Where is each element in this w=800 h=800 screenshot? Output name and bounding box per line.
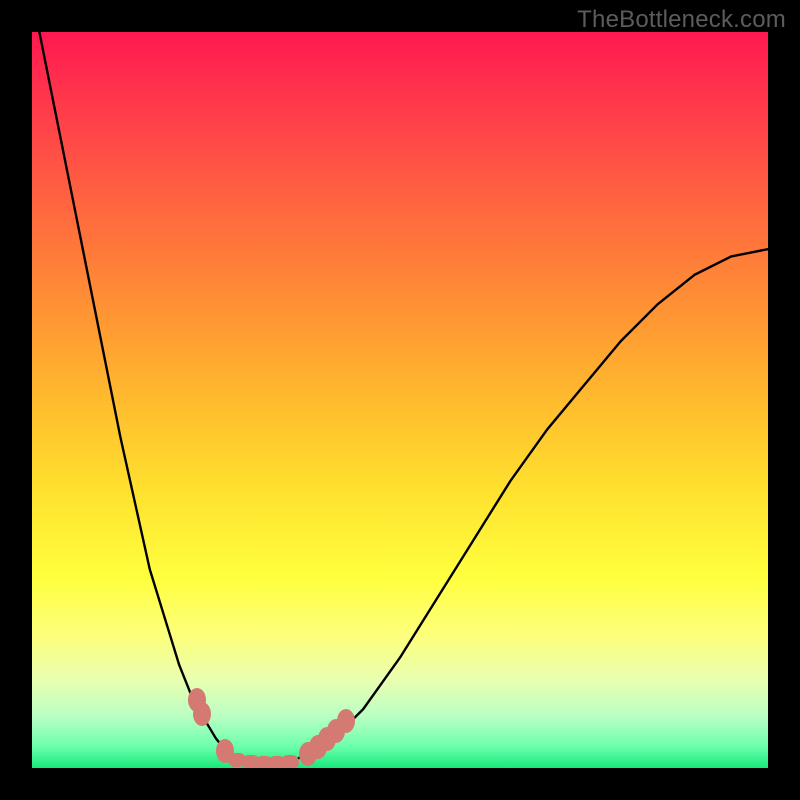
marker-point <box>281 755 299 768</box>
plot-area <box>32 32 768 768</box>
chart-frame: TheBottleneck.com <box>0 0 800 800</box>
watermark-text: TheBottleneck.com <box>577 6 786 34</box>
marker-layer <box>32 32 768 768</box>
marker-point <box>193 702 211 726</box>
marker-point <box>337 709 355 733</box>
